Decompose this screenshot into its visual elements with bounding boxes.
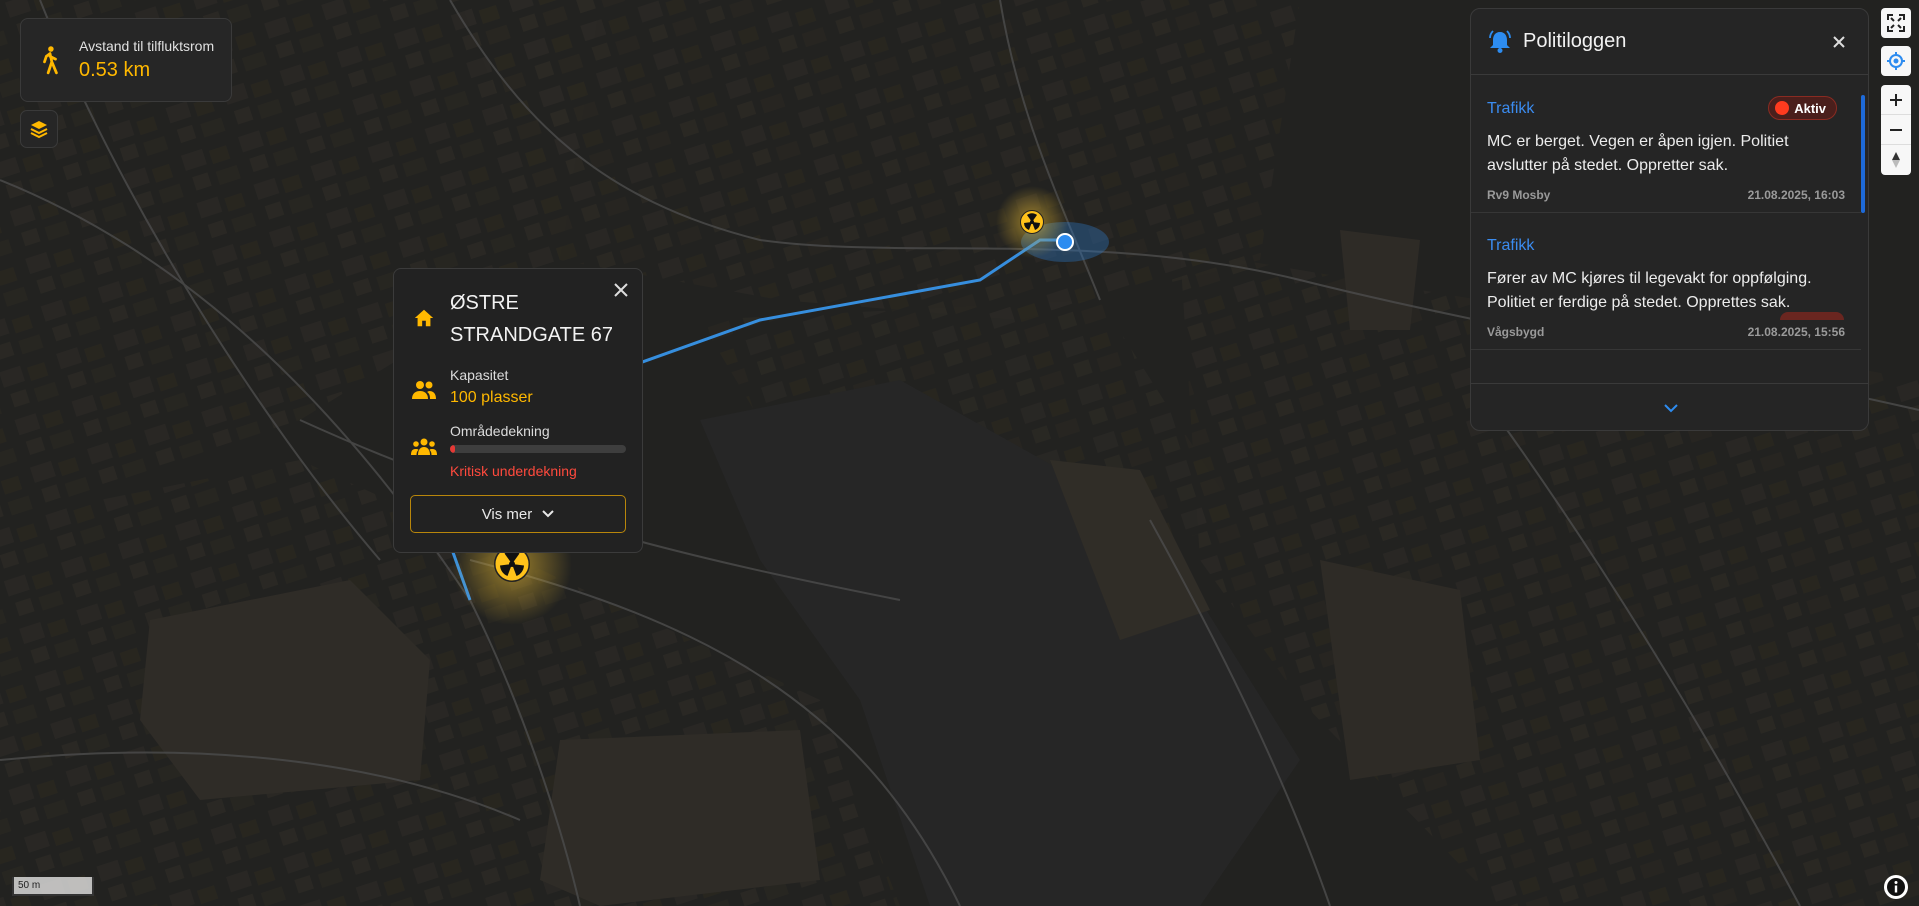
zoom-out-button[interactable]	[1881, 115, 1911, 145]
home-icon	[414, 309, 434, 327]
status-badge-partial	[1780, 312, 1844, 320]
distance-value: 0.53 km	[79, 59, 151, 81]
compass-button[interactable]	[1881, 145, 1911, 175]
coverage-bar	[450, 445, 626, 453]
expand-log-button[interactable]	[1471, 383, 1868, 430]
distance-label: Avstand til tilfluktsrom	[79, 38, 215, 54]
list-item[interactable]: Trafikk Fører av MC kjøres til legevakt …	[1471, 213, 1861, 350]
status-badge: Aktiv	[1768, 96, 1837, 120]
log-category[interactable]: Trafikk	[1487, 237, 1845, 255]
police-log-panel: Politiloggen Trafikk Aktiv MC er berget.…	[1470, 8, 1869, 431]
chevron-down-icon	[542, 510, 554, 518]
police-log-title: Politiloggen	[1523, 30, 1627, 52]
coverage-status: Kritisk underdekning	[450, 463, 577, 479]
capacity-label: Kapasitet	[450, 367, 509, 383]
close-icon[interactable]	[610, 279, 632, 301]
bell-icon	[1489, 29, 1511, 53]
capacity-value: 100 plasser	[450, 389, 533, 406]
log-timestamp: 21.08.2025, 15:56	[1747, 325, 1845, 339]
show-more-button[interactable]: Vis mer	[410, 495, 626, 533]
scale-bar: 50 m	[12, 877, 94, 896]
chevron-down-icon	[1663, 403, 1678, 412]
walking-icon	[43, 46, 58, 75]
layers-button[interactable]	[20, 110, 58, 148]
log-location: Rv9 Mosby	[1487, 188, 1551, 202]
close-icon[interactable]	[1828, 31, 1850, 53]
layers-icon	[30, 121, 48, 139]
geolocate-button[interactable]	[1881, 46, 1911, 76]
people-icon	[412, 381, 436, 399]
radiation-shelter-icon	[1020, 210, 1044, 234]
crosshair-icon	[1887, 52, 1905, 70]
police-log-list[interactable]: Trafikk Aktiv MC er berget. Vegen er åpe…	[1471, 76, 1861, 376]
info-icon	[1887, 878, 1905, 896]
shelter-marker[interactable]	[1020, 210, 1044, 234]
log-text: Fører av MC kjøres til legevakt for oppf…	[1487, 270, 1812, 311]
minus-icon	[1890, 128, 1902, 131]
compass-icon	[1892, 152, 1900, 168]
fullscreen-button[interactable]	[1881, 8, 1911, 38]
status-dot-icon	[1775, 101, 1790, 115]
log-timestamp: 21.08.2025, 16:03	[1747, 188, 1845, 202]
status-badge-label: Aktiv	[1794, 100, 1826, 116]
coverage-label: Områdedekning	[450, 423, 550, 439]
log-location: Vågsbygd	[1487, 325, 1545, 339]
attribution-button[interactable]	[1884, 875, 1908, 899]
fullscreen-icon	[1887, 14, 1905, 32]
shelter-title: ØSTRE STRANDGATE 67	[450, 292, 613, 346]
distance-to-shelter-card: Avstand til tilfluktsrom 0.53 km	[20, 18, 232, 102]
log-text: MC er berget. Vegen er åpen igjen. Polit…	[1487, 133, 1789, 174]
police-log-header: Politiloggen	[1471, 9, 1868, 75]
zoom-in-button[interactable]	[1881, 85, 1911, 115]
shelter-info-popup: ØSTRE STRANDGATE 67 Kapasitet 100 plasse…	[393, 268, 643, 553]
user-location-icon	[1056, 233, 1074, 251]
scrollbar[interactable]	[1861, 95, 1865, 213]
plus-icon	[1890, 93, 1902, 106]
coverage-bar-fill	[450, 445, 456, 453]
zoom-controls	[1881, 85, 1911, 175]
show-more-label: Vis mer	[481, 505, 533, 523]
list-item[interactable]: Trafikk Aktiv MC er berget. Vegen er åpe…	[1471, 76, 1861, 213]
group-icon	[411, 438, 437, 455]
